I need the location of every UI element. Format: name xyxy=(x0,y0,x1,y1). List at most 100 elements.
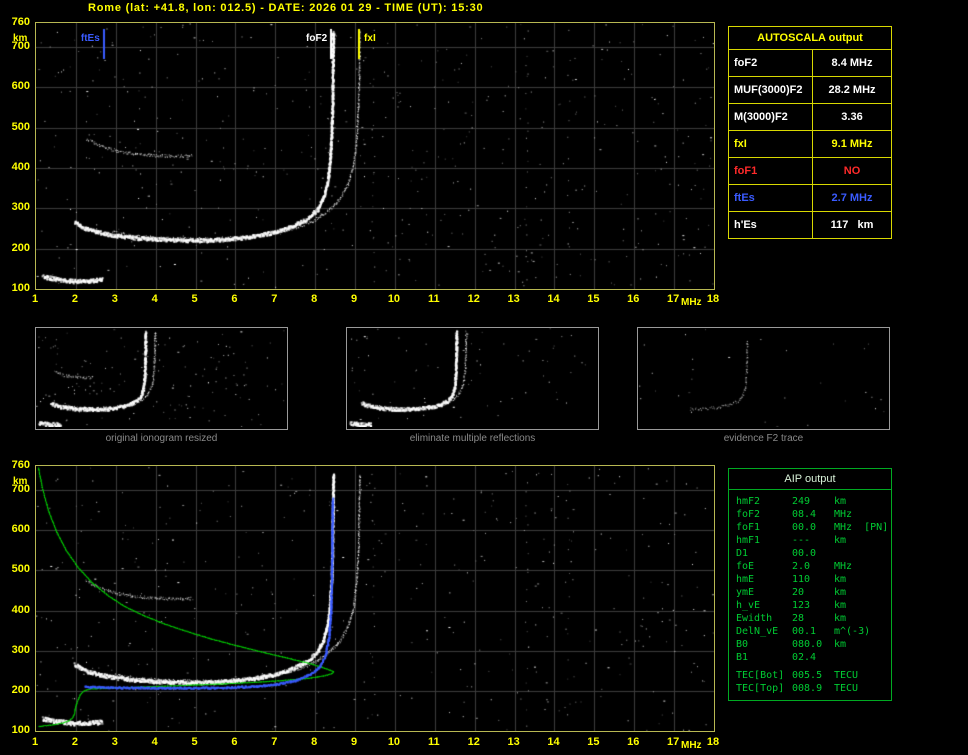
x-tick-label: 13 xyxy=(504,736,524,748)
aip-parameter-unit: TECU xyxy=(834,682,891,695)
autoscala-row-fof1: foF1NO xyxy=(729,158,891,185)
x-tick-label: 1 xyxy=(25,293,45,305)
bottom-ionogram-canvas xyxy=(36,466,714,731)
y-tick-label: 760 xyxy=(3,16,30,28)
aip-parameter-value: 008.9 xyxy=(792,682,834,695)
autoscala-parameter-label: h'Es xyxy=(729,212,813,238)
x-tick-label: 6 xyxy=(224,293,244,305)
aip-parameter-unit: TECU xyxy=(834,669,891,682)
x-tick-label: 18 xyxy=(703,736,723,748)
aip-parameter-unit: km xyxy=(834,573,891,586)
x-tick-label: 9 xyxy=(344,293,364,305)
x-tick-label: 11 xyxy=(424,736,444,748)
x-tick-label: 7 xyxy=(264,293,284,305)
aip-row-hmf2: hmF2249km xyxy=(729,495,891,508)
aip-output-table: AIP output hmF2249kmfoF208.4 MHz foF100.0M… xyxy=(728,468,892,701)
y-tick-label: 400 xyxy=(3,161,30,173)
x-tick-label: 14 xyxy=(543,293,563,305)
autoscala-parameter-label: M(3000)F2 xyxy=(729,104,813,130)
y-tick-label: 600 xyxy=(3,523,30,535)
autoscala-parameter-label: ftEs xyxy=(729,185,813,211)
autoscala-parameter-label: foF2 xyxy=(729,50,813,76)
aip-parameter-unit: MHz xyxy=(834,560,891,573)
autoscala-row-fof2: foF28.4 MHz xyxy=(729,50,891,77)
aip-table-rows: hmF2249kmfoF208.4MHzfoF100.0MHz [PN]hmF1… xyxy=(729,495,891,664)
aip-row-h-ve: h_vE123km xyxy=(729,599,891,612)
x-tick-label: 2 xyxy=(65,736,85,748)
aip-parameter-unit: km xyxy=(834,586,891,599)
aip-parameter-value: 123 xyxy=(792,599,834,612)
aip-parameter-label: B1 xyxy=(736,651,792,664)
autoscala-parameter-label: MUF(3000)F2 xyxy=(729,77,813,103)
x-tick-label: 7 xyxy=(264,736,284,748)
thumbnail-canvas-eliminate xyxy=(347,328,596,427)
y-tick-label: 300 xyxy=(3,644,30,656)
thumbnail-caption: eliminate multiple reflections xyxy=(346,433,599,444)
autoscala-row-fxi: fxI9.1 MHz xyxy=(729,131,891,158)
x-tick-label: 3 xyxy=(105,293,125,305)
autoscala-parameter-value: 117 km xyxy=(813,212,891,238)
aip-table-header: AIP output xyxy=(729,469,891,490)
aip-parameter-label: h_vE xyxy=(736,599,792,612)
y-tick-label: 300 xyxy=(3,201,30,213)
x-tick-label: 16 xyxy=(623,736,643,748)
aip-row-hme: hmE110km xyxy=(729,573,891,586)
top-ionogram-plot: ftEsfoF2fxI xyxy=(35,22,715,290)
aip-parameter-label: foF1 xyxy=(736,521,792,534)
autoscala-parameter-value: 2.7 MHz xyxy=(813,185,891,211)
aip-row-hmf1: hmF1---km xyxy=(729,534,891,547)
x-tick-label: 10 xyxy=(384,293,404,305)
aip-parameter-label: D1 xyxy=(736,547,792,560)
aip-parameter-value: 08.4 xyxy=(792,508,834,521)
aip-row-fof1: foF100.0MHz [PN] xyxy=(729,521,891,534)
aip-parameter-unit: MHz [PN] xyxy=(834,521,891,534)
aip-parameter-unit: km xyxy=(834,534,891,547)
aip-row-ewidth: Ewidth28km xyxy=(729,612,891,625)
x-tick-label: 6 xyxy=(224,736,244,748)
x-tick-label: 15 xyxy=(583,736,603,748)
autoscala-parameter-value: 9.1 MHz xyxy=(813,131,891,157)
autoscala-table-rows: foF28.4 MHzMUF(3000)F228.2 MHzM(3000)F23… xyxy=(729,50,891,238)
aip-parameter-label: hmE xyxy=(736,573,792,586)
aip-parameter-label: DelN_vE xyxy=(736,625,792,638)
autoscala-parameter-value: 28.2 MHz xyxy=(813,77,891,103)
x-tick-label: 18 xyxy=(703,293,723,305)
marker-label-fof2: foF2 xyxy=(291,33,327,44)
autoscala-parameter-label: fxI xyxy=(729,131,813,157)
autoscala-parameter-value: 3.36 xyxy=(813,104,891,130)
autoscala-output-table: AUTOSCALA output foF28.4 MHzMUF(3000)F22… xyxy=(728,26,892,239)
aip-parameter-label: hmF1 xyxy=(736,534,792,547)
autoscala-row-m-3000-f2: M(3000)F23.36 xyxy=(729,104,891,131)
autoscala-row-ftes: ftEs2.7 MHz xyxy=(729,185,891,212)
aip-parameter-label: Ewidth xyxy=(736,612,792,625)
y-tick-label: 500 xyxy=(3,563,30,575)
y-tick-label: 100 xyxy=(3,724,30,736)
x-tick-label: 16 xyxy=(623,293,643,305)
y-tick-label: 600 xyxy=(3,80,30,92)
x-tick-label: 14 xyxy=(543,736,563,748)
aip-parameter-label: foE xyxy=(736,560,792,573)
x-tick-label: 5 xyxy=(185,293,205,305)
x-axis-unit-label: MHz xyxy=(681,740,702,751)
y-tick-label: 100 xyxy=(3,282,30,294)
aip-parameter-value: 00.0 xyxy=(792,547,834,560)
aip-parameter-label: foF2 xyxy=(736,508,792,521)
aip-parameter-value: 00.0 xyxy=(792,521,834,534)
y-tick-label: 500 xyxy=(3,121,30,133)
marker-label-ftes: ftEs xyxy=(64,33,100,44)
autoscala-parameter-value: 8.4 MHz xyxy=(813,50,891,76)
aip-parameter-value: 2.0 xyxy=(792,560,834,573)
aip-parameter-label: hmF2 xyxy=(736,495,792,508)
autoscala-parameter-label: foF1 xyxy=(729,158,813,184)
top-ionogram-canvas xyxy=(36,23,714,289)
thumbnail-caption: evidence F2 trace xyxy=(637,433,890,444)
aip-table-tec-rows: TEC[Bot]005.5TECUTEC[Top]008.9TECU xyxy=(729,669,891,695)
y-tick-label: 400 xyxy=(3,604,30,616)
aip-parameter-value: 28 xyxy=(792,612,834,625)
y-tick-label: 760 xyxy=(3,459,30,471)
bottom-ionogram-plot xyxy=(35,465,715,732)
autoscala-row-h-es: h'Es117 km xyxy=(729,212,891,238)
x-tick-label: 3 xyxy=(105,736,125,748)
window-title: Rome (lat: +41.8, lon: 012.5) - DATE: 20… xyxy=(88,2,483,14)
x-tick-label: 10 xyxy=(384,736,404,748)
